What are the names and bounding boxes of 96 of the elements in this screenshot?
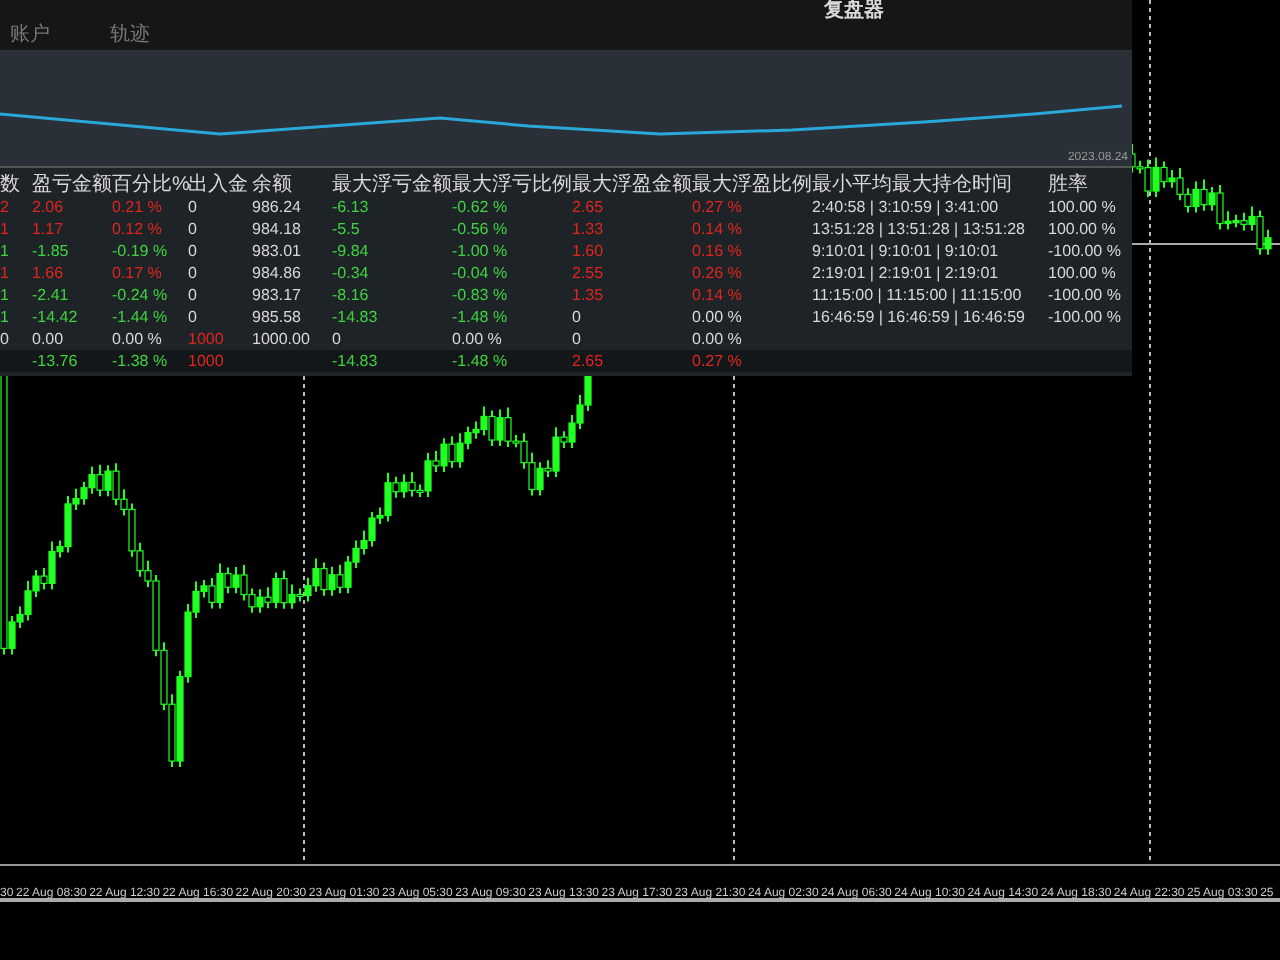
table-cell-text: -0.19 % <box>112 240 170 262</box>
table-cell-text: 0.17 % <box>112 262 164 284</box>
table-cell-text: 0.14 % <box>692 284 744 306</box>
column-header: 最大浮亏金额 <box>332 174 452 196</box>
table-cell-text: -100.00 % <box>1048 240 1123 262</box>
panel-tab[interactable]: 账户 <box>10 24 50 48</box>
table-cell-text: 0 <box>572 328 583 350</box>
table-cell-text: -14.42 <box>32 306 80 328</box>
table-cell-text: 0.14 % <box>692 218 744 240</box>
column-header: 盈亏金额 <box>32 174 112 196</box>
table-cell-text: 0 <box>188 218 199 240</box>
column-header: 最大浮盈金额 <box>572 174 692 196</box>
table-cell-text: 100.00 % <box>1048 262 1118 284</box>
table-cell-text: 0.27 % <box>692 196 744 218</box>
table-cell-text: 984.18 <box>252 218 303 240</box>
table-cell-text: 100.00 % <box>1048 218 1118 240</box>
table-cell-text: 0.27 % <box>692 350 744 372</box>
table-cell-text: 0.00 % <box>692 306 744 328</box>
column-header: 胜率 <box>1048 174 1090 196</box>
column-header: 最大浮盈比例 <box>692 174 812 196</box>
panel-title: 复盘器 <box>824 0 884 24</box>
table-cell-text: -1.38 % <box>112 350 170 372</box>
table-cell-text: -100.00 % <box>1048 284 1123 306</box>
table-cell-text: 0 <box>332 328 343 350</box>
table-cell-text: 1.35 <box>572 284 606 306</box>
panel-tab[interactable]: 轨迹 <box>110 24 150 48</box>
table-cell-text: 0.00 % <box>692 328 744 350</box>
table-cell-text: 1000 <box>188 350 226 372</box>
table-cell-text: -0.04 % <box>452 262 510 284</box>
table-cell-text: 2:40:58 | 3:10:59 | 3:41:00 <box>812 196 1001 218</box>
column-header: 百分比% <box>112 174 188 196</box>
table-cell-text: 0.26 % <box>692 262 744 284</box>
table-cell-text: 0.16 % <box>692 240 744 262</box>
table-cell-text: 11:15:00 | 11:15:00 | 11:15:00 <box>812 284 1024 306</box>
table-cell-text: 2.65 <box>572 350 606 372</box>
table-cell-text: -14.83 <box>332 306 380 328</box>
table-cell-text: 0 <box>0 328 11 350</box>
table-cell-text: 0 <box>188 284 199 306</box>
table-cell-text: -1.48 % <box>452 306 510 328</box>
table-cell-text: 1 <box>0 306 11 328</box>
table-cell-text: -5.5 <box>332 218 362 240</box>
table-cell-text: -8.16 <box>332 284 371 306</box>
table-cell-text: -0.83 % <box>452 284 510 306</box>
table-cell-text: -1.85 <box>32 240 71 262</box>
column-header: 出入金 <box>188 174 250 196</box>
table-cell-text: 2:19:01 | 2:19:01 | 2:19:01 <box>812 262 1001 284</box>
table-cell-text: 1.60 <box>572 240 606 262</box>
table-cell-text: 1.66 <box>32 262 66 284</box>
table-cell-text: -0.34 <box>332 262 371 284</box>
table-cell-text: 0.00 <box>32 328 66 350</box>
table-cell-text: 0.00 % <box>112 328 164 350</box>
table-cell-text: 1000.00 <box>252 328 312 350</box>
table-cell-text: 1000 <box>188 328 226 350</box>
table-cell-text: 2.06 <box>32 196 66 218</box>
table-cell-text: 1 <box>0 262 11 284</box>
table-cell-text: -0.56 % <box>452 218 510 240</box>
table-cell-text: -1.00 % <box>452 240 510 262</box>
table-cell-text: 2.65 <box>572 196 606 218</box>
table-cell-text: 16:46:59 | 16:46:59 | 16:46:59 <box>812 306 1027 328</box>
table-cell-text: 13:51:28 | 13:51:28 | 13:51:28 <box>812 218 1027 240</box>
table-cell-text: 983.01 <box>252 240 303 262</box>
table-cell-text: -0.62 % <box>452 196 510 218</box>
table-cell-text: -1.48 % <box>452 350 510 372</box>
table-cell-text: -6.13 <box>332 196 371 218</box>
table-cell-text: 0 <box>188 262 199 284</box>
table-cell-text: 0.12 % <box>112 218 164 240</box>
table-cell-text: 1 <box>0 240 11 262</box>
table-cell-text: -1.44 % <box>112 306 170 328</box>
table-cell-text: 1 <box>0 218 11 240</box>
table-cell-text: 986.24 <box>252 196 303 218</box>
table-cell-text: -9.84 <box>332 240 371 262</box>
table-cell-text: 1 <box>0 284 11 306</box>
table-cell-text: -0.24 % <box>112 284 170 306</box>
table-cell-text: -13.76 <box>32 350 80 372</box>
table-cell-text: 1.33 <box>572 218 606 240</box>
table-cell-text: -2.41 <box>32 284 71 306</box>
table-cell-text: 983.17 <box>252 284 303 306</box>
table-cell-text: 9:10:01 | 9:10:01 | 9:10:01 <box>812 240 1001 262</box>
column-header: 余额 <box>252 174 294 196</box>
column-header: 最大浮亏比例 <box>452 174 572 196</box>
table-cell-text: 0 <box>188 240 199 262</box>
table-cell-text: 0.00 % <box>452 328 504 350</box>
table-cell-text: -14.83 <box>332 350 380 372</box>
table-cell-text: 100.00 % <box>1048 196 1118 218</box>
column-header: 最小平均最大持仓时间 <box>812 174 1014 196</box>
table-cell-text: 2.55 <box>572 262 606 284</box>
column-header: 数 <box>0 174 22 196</box>
table-cell-text: -100.00 % <box>1048 306 1123 328</box>
table-cell-text: 985.58 <box>252 306 303 328</box>
table-cell-text: 0.21 % <box>112 196 164 218</box>
table-cell-text: 0 <box>572 306 583 328</box>
table-cell-text: 2 <box>0 196 11 218</box>
table-cell-text: 0 <box>188 196 199 218</box>
table-cell-text: 0 <box>188 306 199 328</box>
table-cell-text: 984.86 <box>252 262 303 284</box>
table-cell-text: 1.17 <box>32 218 66 240</box>
